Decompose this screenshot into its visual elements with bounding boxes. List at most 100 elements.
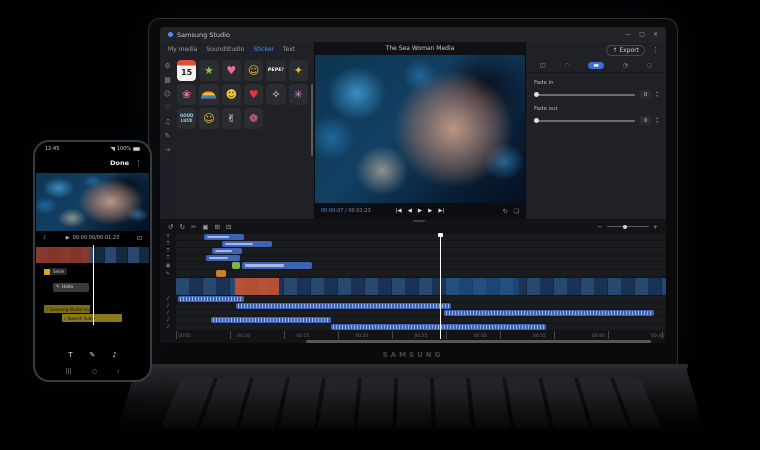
redo-icon[interactable]: ↻ xyxy=(179,223,184,231)
sticker-clip[interactable] xyxy=(232,262,240,269)
timeline-collapse-handle[interactable] xyxy=(413,220,425,222)
zoom-slider-knob[interactable] xyxy=(623,224,628,229)
phone-sticker-clip[interactable]: Smile xyxy=(44,268,68,275)
playhead[interactable] xyxy=(438,233,443,339)
skip-back-icon[interactable]: |◀ xyxy=(396,208,402,214)
pepe-sticker[interactable]: PEPE! xyxy=(266,60,286,81)
timeline-clip[interactable] xyxy=(212,248,242,254)
fade-out-slider[interactable] xyxy=(534,117,636,123)
zoom-slider[interactable] xyxy=(606,224,649,229)
aspect-ratio-icon[interactable]: ⊡ xyxy=(137,235,142,242)
text-tool-icon[interactable]: T xyxy=(68,351,72,359)
fullscreen-icon[interactable]: ❏ xyxy=(514,208,519,215)
star-sticker[interactable]: ★ xyxy=(199,60,219,81)
audio-clip[interactable] xyxy=(236,303,451,309)
effects-icon[interactable]: ○ xyxy=(647,62,652,69)
ghost-sticker[interactable]: ✧ xyxy=(266,84,286,105)
tab-text[interactable]: Text xyxy=(283,46,295,53)
recents-icon[interactable]: ||| xyxy=(66,368,72,375)
phone-audio-clip-1[interactable]: ♪ Samsung Studio music xyxy=(44,305,90,313)
video-clip-filmstrip[interactable] xyxy=(176,278,666,295)
tongue-face-sticker[interactable]: ☺ xyxy=(244,60,264,81)
more-menu-icon[interactable]: ⋮ xyxy=(135,159,142,167)
done-button[interactable]: Done xyxy=(110,159,129,167)
fade-in-value[interactable]: 0 xyxy=(640,90,652,99)
audio-clip[interactable] xyxy=(211,317,331,323)
fade-out-stepper[interactable]: ▴ ▾ xyxy=(656,116,658,125)
audio-clip[interactable] xyxy=(331,324,546,330)
audio-tab-icon[interactable]: ▬ xyxy=(588,61,605,69)
video-preview[interactable] xyxy=(315,55,525,203)
speed-icon[interactable]: ◔ xyxy=(623,62,628,69)
calendar-sticker[interactable]: 15 xyxy=(177,60,197,81)
fade-in-slider[interactable] xyxy=(534,91,636,97)
play-icon[interactable]: ▶ xyxy=(66,235,70,241)
transform-icon[interactable]: ◫ xyxy=(540,62,546,69)
sticker-panel-scrollbar[interactable] xyxy=(311,84,313,156)
red-heart-sticker[interactable]: ♥ xyxy=(244,84,264,105)
music-icon[interactable]: ♫ xyxy=(164,118,170,126)
pink-heart-sticker[interactable]: ♥ xyxy=(221,60,241,81)
party-popper-sticker[interactable]: ✦ xyxy=(288,60,308,81)
timeline-clip[interactable] xyxy=(242,262,312,269)
cupcake-sticker[interactable]: ❁ xyxy=(244,108,264,129)
music-tool-icon[interactable]: ♪ xyxy=(112,351,116,359)
sunglasses-face-sticker[interactable]: ☻ xyxy=(221,84,241,105)
export-button[interactable]: ↑ Export xyxy=(606,44,645,56)
pen-icon[interactable]: ✎ xyxy=(165,132,171,140)
phone-playhead[interactable] xyxy=(92,245,94,325)
gif-clip[interactable] xyxy=(216,270,226,277)
step-down-icon[interactable]: ▾ xyxy=(656,120,658,125)
phone-text-clip[interactable]: ✎ Hello xyxy=(53,283,89,292)
tab-soundstudio[interactable]: SoundStudio xyxy=(206,46,244,53)
delete-icon[interactable]: ⊟ xyxy=(226,223,231,231)
time-ruler[interactable]: 00:05 00:10 00:15 00:20 00:25 00:30 00:3… xyxy=(176,331,666,339)
settings-icon[interactable]: ⚙ xyxy=(164,62,170,70)
close-icon[interactable]: ✕ xyxy=(653,31,658,38)
minimize-icon[interactable]: — xyxy=(625,31,631,38)
back-icon[interactable]: ‹ xyxy=(117,368,119,375)
prev-frame-icon[interactable]: ◀ xyxy=(408,208,412,214)
tab-my-media[interactable]: My media xyxy=(168,46,197,53)
sparkle-sticker[interactable]: ✳ xyxy=(288,84,308,105)
heart-icon[interactable]: ♡ xyxy=(164,104,170,112)
undo-icon[interactable]: ↺ xyxy=(168,223,173,231)
timeline-clip[interactable] xyxy=(222,241,272,247)
wink-face-sticker[interactable]: ☺ xyxy=(199,108,219,129)
loop-icon[interactable]: ↻ xyxy=(503,208,508,215)
cake-sticker[interactable]: ❀ xyxy=(177,84,197,105)
arrow-icon[interactable]: → xyxy=(165,146,171,154)
play-icon[interactable]: ▶ xyxy=(418,208,422,214)
curve-icon[interactable]: ◠ xyxy=(564,62,569,69)
hand-sticker[interactable]: ✌ xyxy=(221,108,241,129)
home-icon[interactable]: ○ xyxy=(92,368,97,375)
maximize-icon[interactable]: □ xyxy=(639,31,645,38)
good-luck-sticker[interactable]: GOOD LUCK xyxy=(177,108,197,129)
split-icon[interactable]: ✂ xyxy=(191,223,196,231)
timeline-clip[interactable] xyxy=(204,234,244,240)
fade-in-knob[interactable] xyxy=(534,91,539,97)
zoom-in-icon[interactable]: + xyxy=(653,223,658,231)
rainbow-sticker[interactable] xyxy=(199,84,219,105)
grid-icon[interactable]: ▦ xyxy=(164,76,171,84)
audio-clip[interactable] xyxy=(444,310,654,316)
smiley-icon[interactable]: ☺ xyxy=(164,90,171,98)
hscroll-thumb[interactable] xyxy=(306,340,651,343)
draw-tool-icon[interactable]: ✎ xyxy=(89,351,95,359)
audio-clip[interactable] xyxy=(178,296,244,302)
fade-out-value[interactable]: 0 xyxy=(640,116,652,125)
more-menu-icon[interactable]: ⋮ xyxy=(652,46,659,54)
timeline-clip[interactable] xyxy=(206,255,240,261)
timeline-hscrollbar[interactable] xyxy=(176,340,666,343)
skip-forward-icon[interactable]: ▶| xyxy=(438,208,444,214)
duplicate-icon[interactable]: ▣ xyxy=(202,223,208,231)
next-frame-icon[interactable]: ▶ xyxy=(428,208,432,214)
tab-sticker[interactable]: Sticker xyxy=(253,46,274,53)
phone-video-preview[interactable] xyxy=(36,173,149,231)
fade-in-stepper[interactable]: ▴ ▾ xyxy=(656,90,658,99)
volume-icon[interactable]: ♪ xyxy=(43,235,46,241)
add-track-icon[interactable]: ⊞ xyxy=(215,223,220,231)
step-down-icon[interactable]: ▾ xyxy=(656,94,658,99)
zoom-out-icon[interactable]: − xyxy=(597,223,602,231)
fade-out-knob[interactable] xyxy=(534,117,539,123)
